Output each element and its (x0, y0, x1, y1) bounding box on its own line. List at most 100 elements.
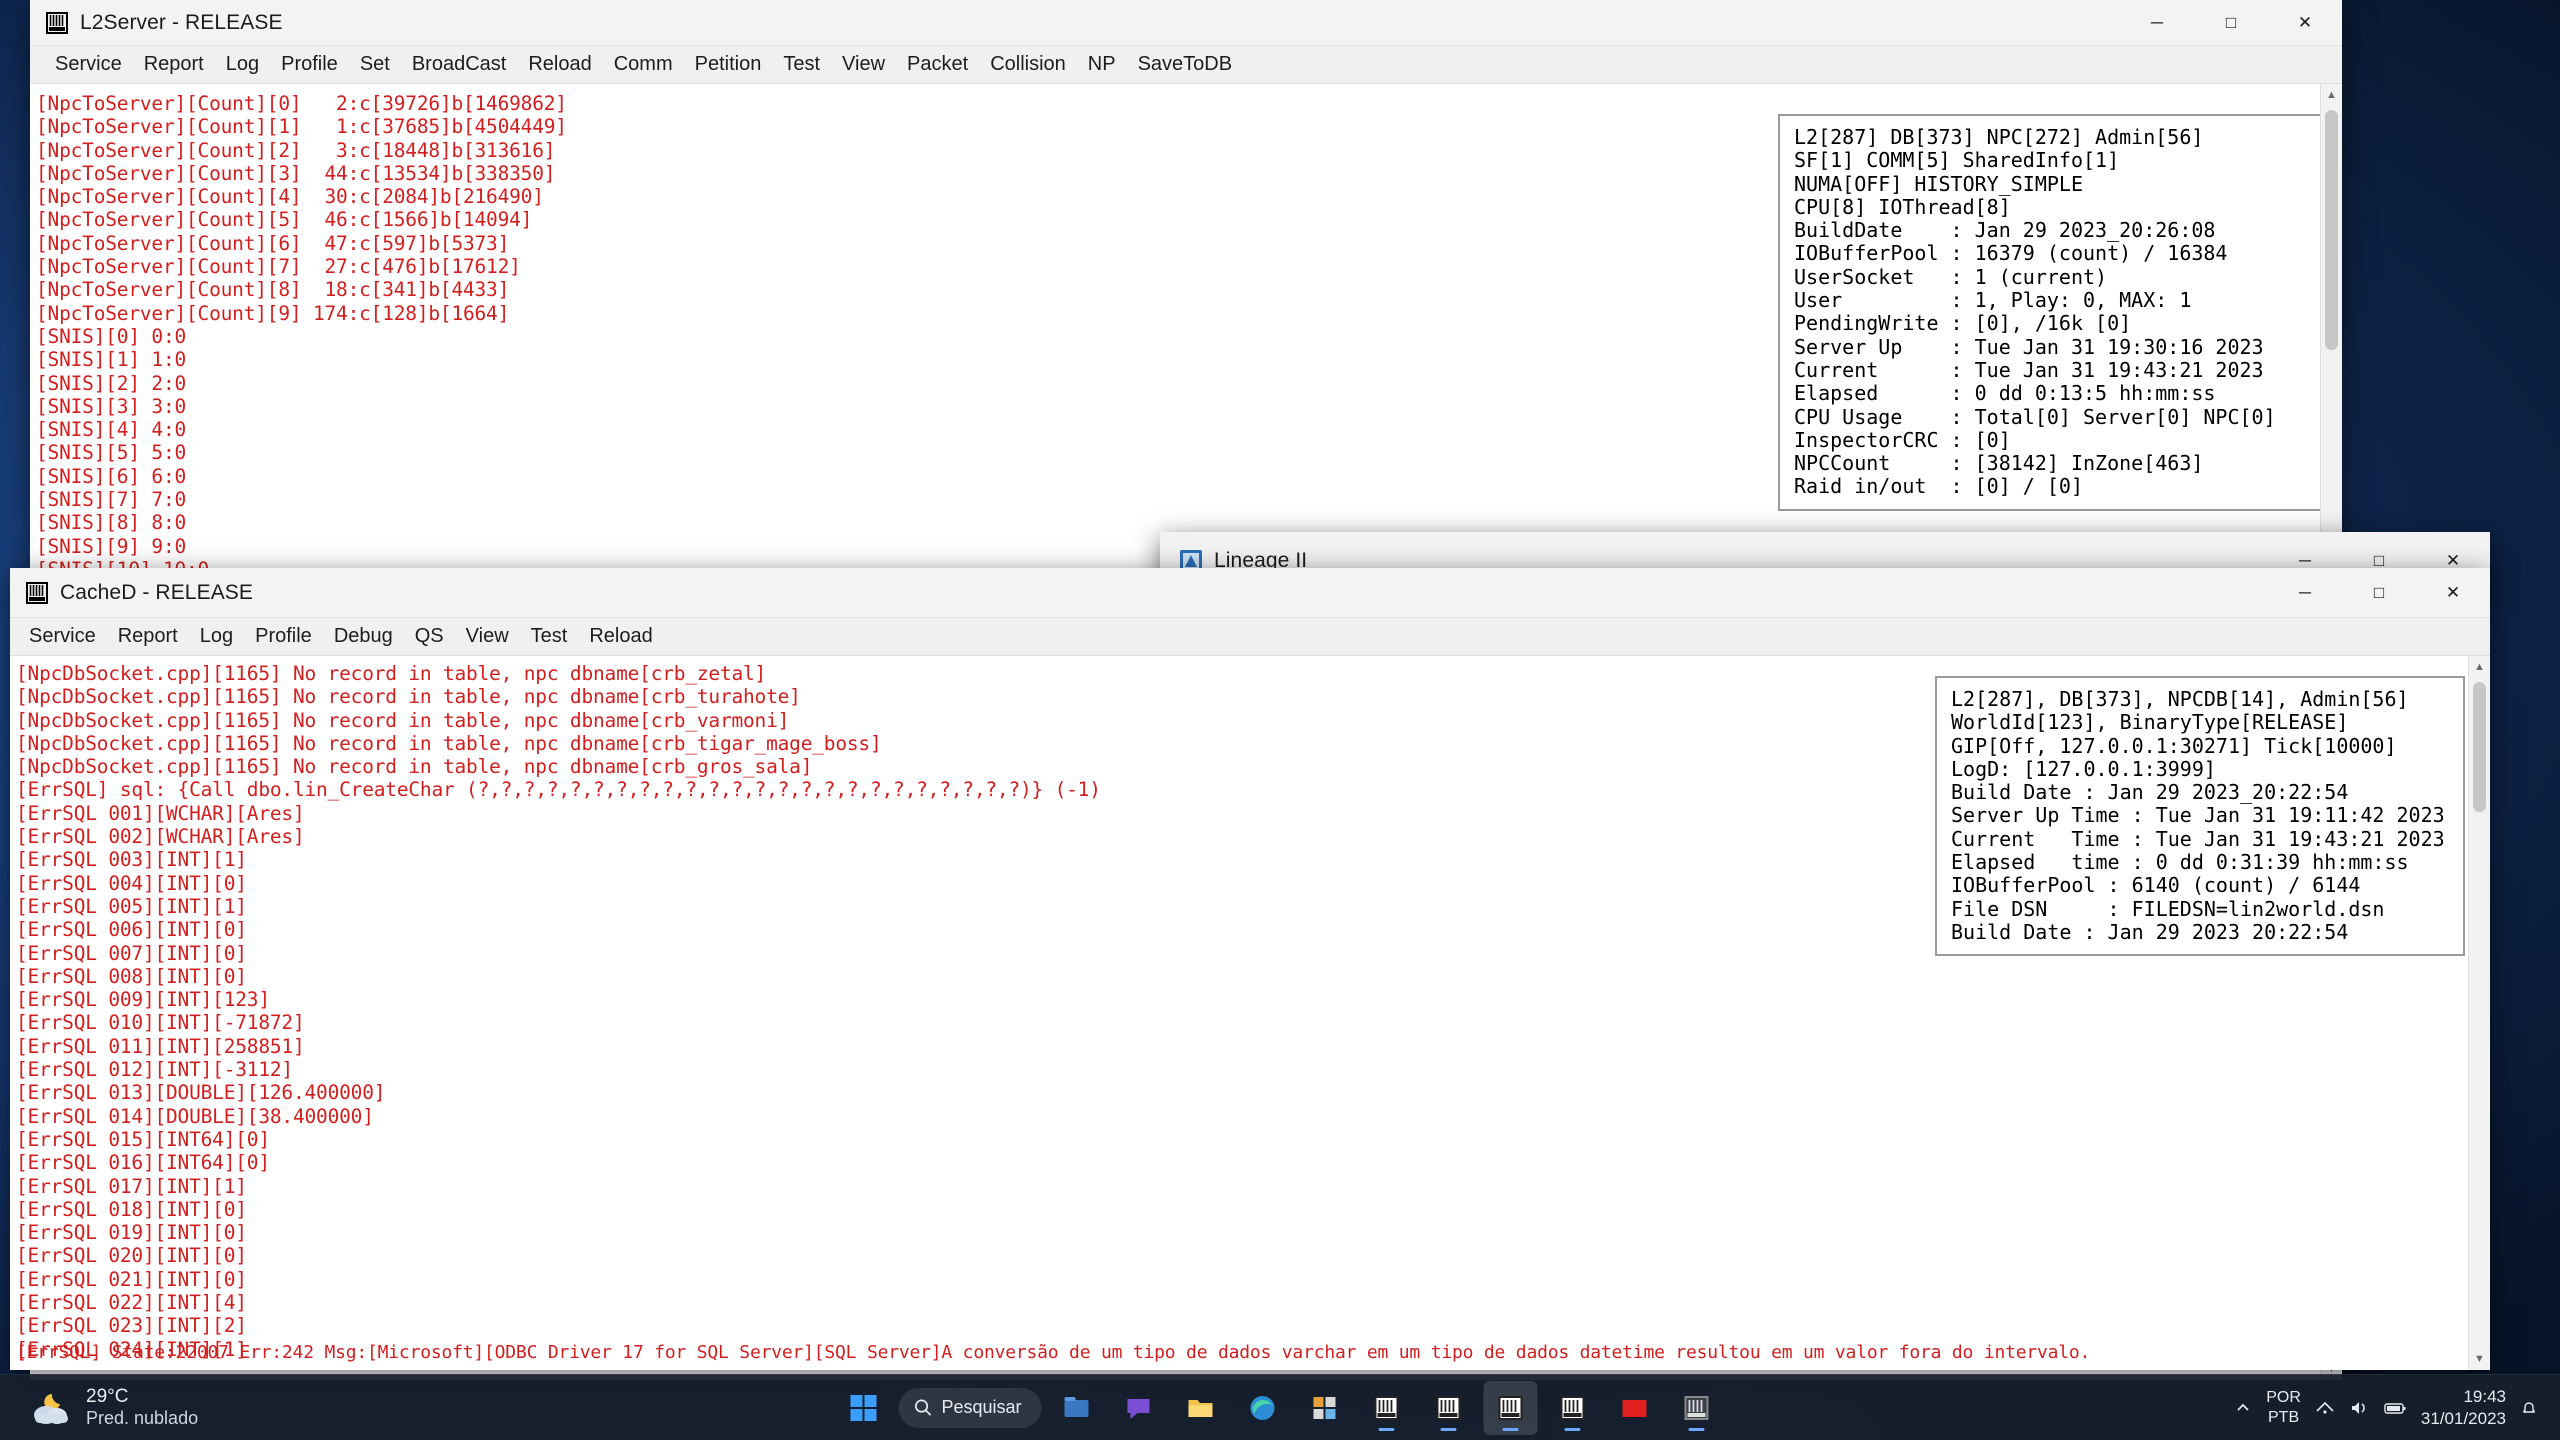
cached-status-panel: L2[287], DB[373], NPCDB[14], Admin[56] Wo… (1935, 676, 2465, 957)
cached-menu-view[interactable]: View (455, 623, 520, 650)
cached-maximize-button[interactable]: □ (2342, 568, 2416, 618)
weather-temperature: 29°C (86, 1385, 129, 1407)
maximize-button[interactable]: □ (2194, 0, 2268, 46)
language-primary: POR (2266, 1388, 2301, 1406)
store-icon (1313, 1396, 1336, 1419)
taskbar-app-edge[interactable] (1236, 1381, 1290, 1435)
menu-petition[interactable]: Petition (684, 51, 773, 78)
status-line: PendingWrite : [0], /16k [0] (1794, 311, 2132, 336)
clock-date: 31/01/2023 (2420, 1408, 2506, 1428)
status-line: Build Date : Jan 29 2023 20:22:54 (1951, 919, 2349, 944)
status-line: SF[1] COMM[5] SharedInfo[1] (1794, 148, 2120, 173)
log-line: [ErrSQL 021][INT][0] (16, 1267, 247, 1291)
status-line: Current : Tue Jan 31 19:43:21 2023 (1794, 357, 2264, 382)
taskbar-app-file-explorer-blue[interactable] (1050, 1381, 1104, 1435)
log-line: [ErrSQL 012][INT][-3112] (16, 1058, 293, 1082)
taskbar-system-tray[interactable]: POR PTB 19:43 31/01/2023 (2234, 1386, 2560, 1429)
cached-menubar[interactable]: Service Report Log Profile Debug QS View… (10, 618, 2490, 656)
log-line: [ErrSQL 010][INT][-71872] (16, 1011, 305, 1035)
menu-service[interactable]: Service (44, 51, 133, 78)
menu-log[interactable]: Log (215, 51, 270, 78)
taskbar-app-explorer[interactable] (1174, 1381, 1228, 1435)
status-line: LogD: [127.0.0.1:3999] (1951, 756, 2216, 781)
taskbar-weather-widget[interactable]: 29°C Pred. nublado (30, 1385, 198, 1430)
menu-reload[interactable]: Reload (517, 51, 602, 78)
notification-icon[interactable] (2520, 1399, 2538, 1417)
language-indicator[interactable]: POR PTB (2266, 1388, 2301, 1428)
menu-savetodb[interactable]: SaveToDB (1127, 51, 1244, 78)
cached-menu-log[interactable]: Log (189, 623, 244, 650)
status-line: User : 1, Play: 0, MAX: 1 (1794, 288, 2192, 313)
status-line: CPU Usage : Total[0] Server[0] NPC[0] (1794, 404, 2276, 429)
l2server-menubar[interactable]: Service Report Log Profile Set BroadCast… (30, 46, 2342, 84)
minimize-button[interactable]: ─ (2120, 0, 2194, 46)
network-icon[interactable] (2315, 1399, 2335, 1417)
l2server-titlebar[interactable]: L2Server - RELEASE ─ □ ✕ (30, 0, 2342, 46)
cached-titlebar[interactable]: CacheD - RELEASE ─ □ ✕ (10, 568, 2490, 618)
status-line: File DSN : FILEDSN=lin2world.dsn (1951, 896, 2385, 921)
taskbar[interactable]: 29°C Pred. nublado Pesquisar POR PTB 19:… (0, 1374, 2560, 1440)
menu-broadcast[interactable]: BroadCast (401, 51, 518, 78)
cached-close-button[interactable]: ✕ (2416, 568, 2490, 618)
taskbar-app-store[interactable] (1298, 1381, 1352, 1435)
start-button[interactable] (836, 1381, 890, 1435)
log-line: [ErrSQL 020][INT][0] (16, 1244, 247, 1268)
menu-comm[interactable]: Comm (603, 51, 684, 78)
cached-scrollbar-thumb[interactable] (2473, 682, 2486, 812)
taskbar-app-l2server[interactable] (1360, 1381, 1414, 1435)
cached-window-controls[interactable]: ─ □ ✕ (2268, 568, 2490, 618)
menu-collision[interactable]: Collision (979, 51, 1077, 78)
status-line: L2[287], DB[373], NPCDB[14], Admin[56] (1951, 687, 2409, 711)
menu-profile[interactable]: Profile (270, 51, 349, 78)
lineage-client-icon (1436, 1395, 1461, 1420)
taskbar-app-loginserver[interactable] (1546, 1381, 1600, 1435)
status-line: Current Time : Tue Jan 31 19:43:21 2023 (1951, 826, 2445, 851)
status-line: Server Up : Tue Jan 31 19:30:16 2023 (1794, 334, 2264, 359)
cached-menu-service[interactable]: Service (18, 623, 107, 650)
cached-menu-reload[interactable]: Reload (578, 623, 663, 650)
log-line: [ErrSQL 016][INT64][0] (16, 1151, 270, 1175)
taskbar-app-cached-secondary[interactable] (1670, 1381, 1724, 1435)
scroll-up-icon[interactable]: ▲ (2321, 84, 2342, 106)
log-line: [ErrSQL 014][DOUBLE][38.400000] (16, 1104, 374, 1128)
taskbar-clock[interactable]: 19:43 31/01/2023 (2421, 1386, 2506, 1429)
cached-app-icon (1684, 1395, 1709, 1420)
taskbar-app-lineage-client[interactable] (1422, 1381, 1476, 1435)
close-button[interactable]: ✕ (2268, 0, 2342, 46)
l2server-window-controls[interactable]: ─ □ ✕ (2120, 0, 2342, 46)
taskbar-app-chat[interactable] (1112, 1381, 1166, 1435)
battery-icon[interactable] (2383, 1399, 2407, 1417)
menu-report[interactable]: Report (133, 51, 215, 78)
log-line: [ErrSQL 013][DOUBLE][126.400000] (16, 1081, 386, 1105)
menu-view[interactable]: View (831, 51, 896, 78)
taskbar-search-box[interactable]: Pesquisar (898, 1387, 1042, 1428)
taskbar-search-label: Pesquisar (941, 1397, 1022, 1417)
menu-packet[interactable]: Packet (896, 51, 979, 78)
status-line: InspectorCRC : [0] (1794, 427, 2011, 452)
cached-vertical-scrollbar[interactable]: ▲ ▼ (2468, 656, 2490, 1370)
scrollbar-thumb[interactable] (2325, 110, 2338, 350)
weather-partly-cloudy-night-icon (34, 1393, 68, 1424)
cached-menu-test[interactable]: Test (520, 623, 579, 650)
status-line: L2[287] DB[373] NPC[272] Admin[56] (1794, 125, 2204, 149)
cached-window[interactable]: CacheD - RELEASE ─ □ ✕ Service Report Lo… (10, 568, 2490, 1370)
volume-icon[interactable] (2349, 1399, 2369, 1417)
menu-test[interactable]: Test (772, 51, 831, 78)
log-line: [ErrSQL 023][INT][2] (16, 1314, 247, 1338)
cached-menu-debug[interactable]: Debug (323, 623, 404, 650)
cached-menu-profile[interactable]: Profile (244, 623, 323, 650)
cached-scroll-down-icon[interactable]: ▼ (2469, 1348, 2490, 1370)
cached-menu-qs[interactable]: QS (404, 623, 455, 650)
cached-menu-report[interactable]: Report (107, 623, 189, 650)
app-icon (26, 581, 48, 604)
taskbar-center-group[interactable]: Pesquisar (836, 1380, 1724, 1435)
chevron-up-icon[interactable] (2234, 1399, 2252, 1417)
cached-minimize-button[interactable]: ─ (2268, 568, 2342, 618)
menu-np[interactable]: NP (1077, 51, 1127, 78)
cached-scroll-up-icon[interactable]: ▲ (2469, 656, 2490, 678)
menu-set[interactable]: Set (349, 51, 401, 78)
log-line: [ErrSQL 017][INT][1] (16, 1174, 247, 1198)
red-app-icon (1622, 1399, 1647, 1417)
taskbar-app-red[interactable] (1608, 1381, 1662, 1435)
taskbar-app-cached[interactable] (1483, 1380, 1538, 1435)
